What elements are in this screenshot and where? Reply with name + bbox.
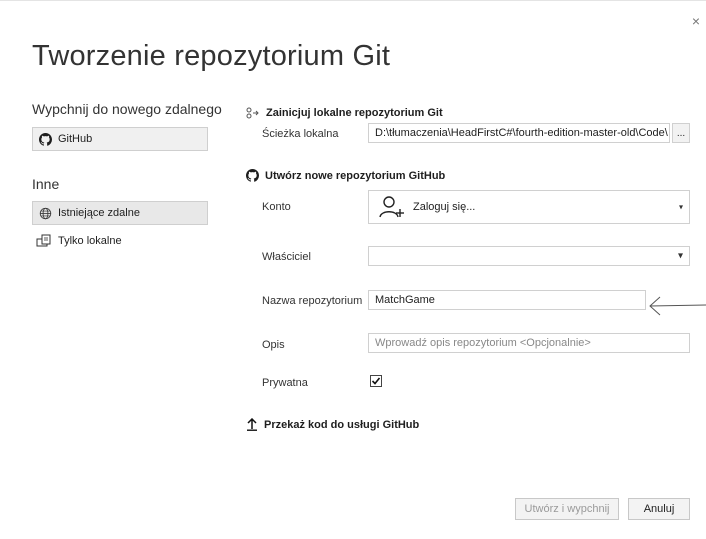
account-label: Konto — [262, 201, 291, 213]
create-and-push-button[interactable]: Utwórz i wypchnij — [515, 498, 619, 520]
other-heading: Inne — [32, 176, 60, 192]
private-checkbox[interactable] — [370, 375, 382, 387]
existing-remote-item[interactable]: Istniejące zdalne — [32, 201, 208, 225]
github-button[interactable]: GitHub — [32, 127, 208, 151]
push-remote-heading: Wypchnij do nowego zdalnego — [32, 101, 222, 117]
chevron-down-icon: ▾ — [678, 202, 683, 212]
owner-label: Właściciel — [262, 251, 311, 263]
account-dropdown[interactable]: Zaloguj się... ▾ — [368, 190, 690, 224]
local-only-item[interactable]: Tylko lokalne — [36, 232, 122, 250]
init-local-heading-text: Zainicjuj lokalne repozytorium Git — [266, 107, 443, 119]
create-github-heading-text: Utwórz nowe repozytorium GitHub — [265, 169, 446, 182]
annotation-arrow-icon — [649, 296, 706, 316]
repo-name-input[interactable]: MatchGame — [368, 290, 646, 310]
existing-remote-label: Istniejące zdalne — [58, 207, 140, 219]
upload-arrow-icon — [246, 418, 258, 431]
add-user-icon — [379, 195, 405, 219]
owner-dropdown[interactable]: ▾ — [368, 246, 690, 266]
description-placeholder: Wprowadź opis repozytorium <Opcjonalnie> — [375, 337, 591, 349]
local-path-input[interactable]: D:\tłumaczenia\HeadFirstC#\fourth-editio… — [368, 123, 670, 143]
checkmark-icon — [371, 377, 381, 385]
repo-name-label: Nazwa repozytorium — [262, 295, 363, 307]
account-value: Zaloguj się... — [413, 201, 476, 213]
browse-button[interactable]: ... — [672, 123, 690, 143]
globe-icon — [39, 207, 52, 220]
close-button[interactable]: × — [689, 14, 703, 28]
local-only-label: Tylko lokalne — [58, 235, 122, 247]
github-icon — [246, 169, 259, 182]
description-label: Opis — [262, 339, 285, 351]
window-frame — [0, 0, 706, 11]
chevron-down-icon: ▾ — [677, 250, 683, 262]
github-icon — [39, 132, 52, 146]
private-label: Prywatna — [262, 377, 308, 389]
local-path-value: D:\tłumaczenia\HeadFirstC#\fourth-editio… — [375, 127, 668, 139]
description-input[interactable]: Wprowadź opis repozytorium <Opcjonalnie> — [368, 333, 690, 353]
dialog-title: Tworzenie repozytorium Git — [32, 40, 391, 72]
repo-name-value: MatchGame — [375, 294, 435, 306]
github-button-label: GitHub — [58, 133, 93, 145]
local-path-label: Ścieżka lokalna — [262, 128, 339, 140]
init-local-heading: Zainicjuj lokalne repozytorium Git — [246, 107, 443, 119]
push-github-heading: Przekaż kod do usługi GitHub — [246, 418, 419, 431]
push-github-heading-text: Przekaż kod do usługi GitHub — [264, 418, 420, 431]
local-repo-icon — [36, 234, 52, 248]
cancel-button[interactable]: Anuluj — [628, 498, 690, 520]
git-init-icon — [246, 107, 260, 119]
create-github-heading: Utwórz nowe repozytorium GitHub — [246, 169, 445, 182]
